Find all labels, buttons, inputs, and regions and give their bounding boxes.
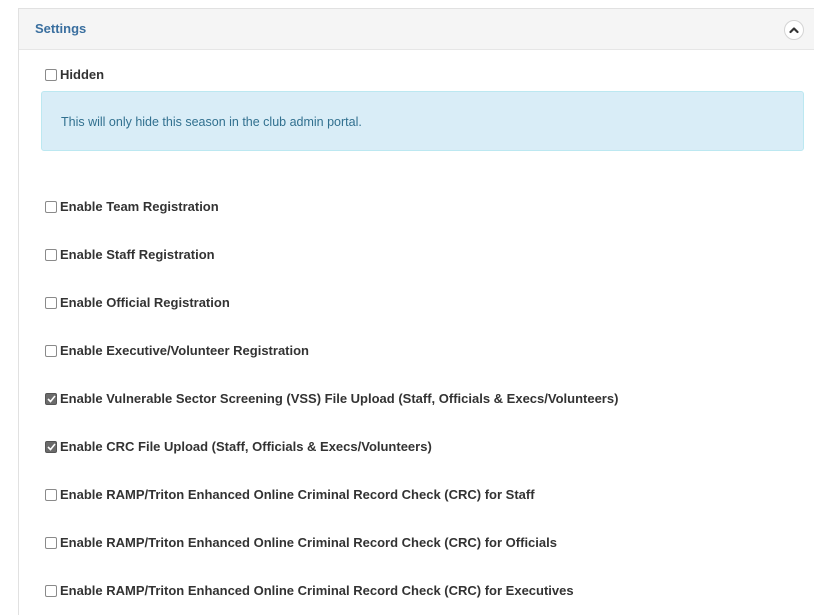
option-row[interactable]: Enable Official Registration — [45, 295, 230, 310]
panel-title: Settings — [35, 21, 87, 36]
hidden-checkbox[interactable] — [45, 68, 57, 81]
option-checkbox[interactable] — [45, 536, 57, 549]
option-label: Enable CRC File Upload (Staff, Officials… — [60, 439, 432, 454]
option-label: Enable RAMP/Triton Enhanced Online Crimi… — [60, 487, 535, 502]
option-row[interactable]: Enable Vulnerable Sector Screening (VSS)… — [45, 391, 618, 406]
hidden-checkbox-row[interactable]: Hidden — [45, 67, 104, 82]
option-label: Enable Staff Registration — [60, 247, 215, 262]
option-checkbox[interactable] — [45, 248, 57, 261]
hidden-checkbox-label: Hidden — [60, 67, 105, 82]
settings-panel: Settings Hidden This will only hide this… — [18, 8, 814, 615]
option-label: Enable Vulnerable Sector Screening (VSS)… — [60, 391, 619, 406]
option-row[interactable]: Enable RAMP/Triton Enhanced Online Crimi… — [45, 487, 535, 502]
option-row[interactable]: Enable RAMP/Triton Enhanced Online Crimi… — [45, 583, 574, 598]
option-label: Enable Team Registration — [60, 199, 219, 214]
option-checkbox[interactable] — [45, 392, 57, 405]
option-row[interactable]: Enable Team Registration — [45, 199, 219, 214]
option-checkbox[interactable] — [45, 488, 57, 501]
check-icon — [46, 442, 56, 451]
collapse-button[interactable] — [784, 20, 804, 40]
panel-header: Settings — [19, 9, 814, 50]
option-row[interactable]: Enable RAMP/Triton Enhanced Online Crimi… — [45, 535, 557, 550]
option-checkbox[interactable] — [45, 584, 57, 597]
option-checkbox[interactable] — [45, 344, 57, 357]
option-checkbox[interactable] — [45, 200, 57, 213]
info-alert: This will only hide this season in the c… — [41, 91, 804, 151]
option-checkbox[interactable] — [45, 440, 57, 453]
check-icon — [46, 394, 56, 403]
chevron-up-icon — [789, 27, 799, 34]
option-label: Enable Executive/Volunteer Registration — [60, 343, 309, 358]
option-row[interactable]: Enable Staff Registration — [45, 247, 215, 262]
option-row[interactable]: Enable Executive/Volunteer Registration — [45, 343, 309, 358]
info-alert-text: This will only hide this season in the c… — [61, 115, 362, 129]
option-label: Enable RAMP/Triton Enhanced Online Crimi… — [60, 535, 557, 550]
option-label: Enable Official Registration — [60, 295, 230, 310]
option-label: Enable RAMP/Triton Enhanced Online Crimi… — [60, 583, 574, 598]
option-row[interactable]: Enable CRC File Upload (Staff, Officials… — [45, 439, 432, 454]
option-checkbox[interactable] — [45, 296, 57, 309]
